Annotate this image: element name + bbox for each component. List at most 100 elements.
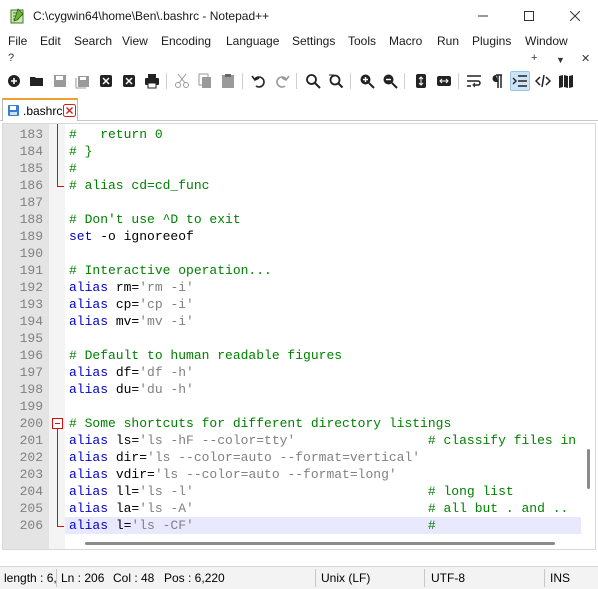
menu-macro[interactable]: Macro — [389, 34, 422, 48]
zoom-in-button[interactable] — [357, 71, 377, 91]
menu-settings[interactable]: Settings — [292, 34, 335, 48]
document-map-icon — [559, 75, 573, 88]
indent-guide-button[interactable] — [510, 71, 530, 91]
word-wrap-button[interactable] — [464, 71, 484, 91]
editor[interactable]: 183 184 185 186 187 188 189 190 191 192 193 194 195 1… — [2, 123, 596, 550]
menu-plugins[interactable]: Plugins — [472, 34, 511, 48]
menu-window[interactable]: Window — [525, 34, 568, 48]
code-line[interactable]: # Interactive operation... — [69, 262, 272, 279]
code-line[interactable]: alias mv='mv -i' — [69, 313, 194, 330]
xml-tag-button[interactable] — [533, 71, 553, 91]
code-line[interactable]: # Some shortcuts for different directory… — [69, 415, 451, 432]
fold-collapse-box[interactable] — [52, 418, 63, 429]
code-line[interactable]: alias rm='rm -i' — [69, 279, 194, 296]
menu-edit[interactable]: Edit — [40, 34, 61, 48]
toolbar-separator — [166, 73, 167, 89]
save-button[interactable] — [50, 71, 70, 91]
code-line[interactable]: alias vdir='ls --color=auto --format=lon… — [69, 466, 397, 483]
code-line[interactable]: # alias cd=cd_func — [69, 177, 209, 194]
close-all-button[interactable] — [119, 71, 139, 91]
sync-horizontal-button[interactable] — [434, 71, 454, 91]
document-map-button[interactable] — [556, 71, 576, 91]
horizontal-scrollbar[interactable] — [65, 536, 581, 549]
undo-button[interactable] — [249, 71, 269, 91]
save-all-icon — [75, 76, 89, 89]
code-line[interactable]: alias du='du -h' — [69, 381, 194, 398]
code-token: alias — [69, 280, 109, 295]
find-button[interactable] — [303, 71, 323, 91]
file-saved-icon — [8, 105, 19, 116]
tab-label: .bashrc — [23, 104, 63, 118]
status-encoding: UTF-8 — [431, 571, 465, 585]
code-line[interactable]: # } — [69, 143, 92, 160]
sync-vertical-button[interactable] — [411, 71, 431, 91]
fold-body-end-tick — [57, 526, 64, 527]
cut-button[interactable] — [172, 71, 192, 91]
code-token: set — [69, 229, 93, 244]
menu-tools[interactable]: Tools — [348, 34, 376, 48]
code-line[interactable]: # — [69, 160, 77, 177]
code-line[interactable]: alias df='df -h' — [69, 364, 194, 381]
code-token: alias — [69, 297, 109, 312]
print-button[interactable] — [142, 71, 162, 91]
code-line[interactable]: alias la='ls -A' # all but . and .. — [69, 500, 568, 517]
close-document-button[interactable]: ✕ — [581, 52, 590, 66]
menu-view[interactable]: View — [122, 34, 148, 48]
code-token: cp= — [108, 297, 140, 312]
line-number: 190 — [19, 246, 43, 261]
minimize-button[interactable] — [460, 0, 506, 32]
save-all-button[interactable] — [73, 71, 93, 91]
copy-button[interactable] — [195, 71, 215, 91]
menu-search[interactable]: Search — [74, 34, 112, 48]
xml-tag-icon — [535, 74, 551, 88]
undo-icon — [251, 75, 265, 88]
vertical-scroll-thumb[interactable] — [587, 449, 590, 489]
notepad-plus-plus-icon — [10, 8, 24, 24]
code-token: 'ls -A' — [139, 501, 194, 516]
tab-list-dropdown[interactable]: ▼ — [556, 55, 565, 69]
code-line[interactable]: alias ls='ls -hF --color=tty' # classify… — [69, 432, 576, 449]
toolbar — [0, 68, 598, 94]
code-token: ls= — [108, 433, 140, 448]
code-token: -o ignoreeof — [92, 229, 194, 244]
code-token: alias — [69, 518, 109, 533]
status-separator — [544, 569, 545, 587]
replace-button[interactable] — [326, 71, 346, 91]
code-line[interactable]: alias dir='ls --color=auto --format=vert… — [69, 449, 420, 466]
zoom-out-button[interactable] — [380, 71, 400, 91]
code-line[interactable]: # Don't use ^D to exit — [69, 211, 241, 228]
code-line[interactable]: set -o ignoreeof — [69, 228, 194, 245]
close-window-button[interactable] — [552, 0, 598, 32]
close-file-button[interactable] — [96, 71, 116, 91]
code-token: 'rm -i' — [139, 280, 194, 295]
code-token: alias — [69, 450, 109, 465]
new-file-button[interactable] — [4, 71, 24, 91]
redo-button[interactable] — [272, 71, 292, 91]
code-line[interactable]: alias l='ls -CF' # — [69, 517, 436, 534]
code-token: rm= — [108, 280, 140, 295]
code-line[interactable]: alias ll='ls -l' # long list — [69, 483, 514, 500]
menu-language[interactable]: Language — [226, 34, 279, 48]
code-line[interactable]: # Default to human readable figures — [69, 347, 342, 364]
code-token: # Don't use ^D to exit — [69, 212, 241, 227]
line-number: 201 — [19, 433, 43, 448]
tab-close-icon[interactable] — [63, 104, 76, 117]
title-bar: C:\cygwin64\home\Ben\.bashrc - Notepad++ — [0, 0, 598, 32]
paste-button[interactable] — [218, 71, 238, 91]
menu-help[interactable]: ? — [8, 52, 14, 66]
code-area[interactable]: # return 0 # } # # alias cd=cd_func # Don't … — [65, 124, 581, 536]
vertical-scrollbar[interactable] — [581, 124, 595, 536]
code-line[interactable]: # return 0 — [69, 126, 163, 143]
code-line[interactable]: alias cp='cp -i' — [69, 296, 194, 313]
maximize-button[interactable] — [506, 0, 552, 32]
menu-file[interactable]: File — [8, 34, 27, 48]
close-icon — [570, 11, 580, 21]
new-tab-button[interactable]: + — [531, 52, 537, 66]
horizontal-scroll-thumb[interactable] — [85, 542, 555, 545]
code-token: 'df -h' — [139, 365, 194, 380]
menu-run[interactable]: Run — [437, 34, 459, 48]
open-file-button[interactable] — [27, 71, 47, 91]
show-all-characters-button[interactable] — [487, 71, 507, 91]
document-tab[interactable]: .bashrc — [2, 98, 78, 121]
menu-encoding[interactable]: Encoding — [161, 34, 211, 48]
